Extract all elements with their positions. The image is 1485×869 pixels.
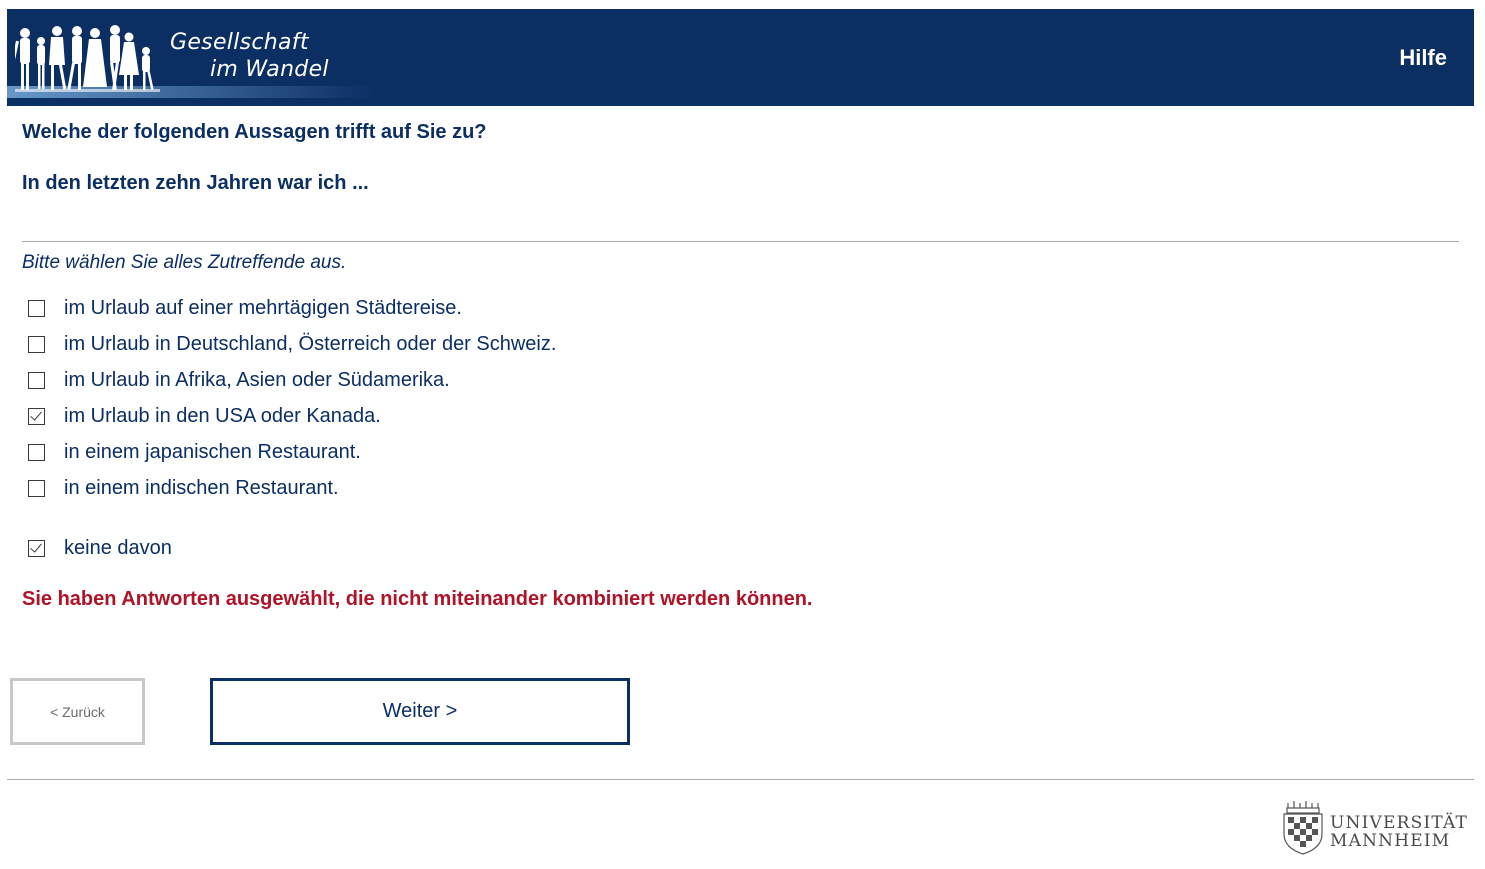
logo-text: Gesellschaft im Wandel xyxy=(170,29,329,83)
question-divider xyxy=(22,241,1459,242)
question-subtitle: In den letzten zehn Jahren war ich ... xyxy=(22,172,369,194)
help-link[interactable]: Hilfe xyxy=(1399,45,1447,71)
header-banner: Gesellschaft im Wandel Hilfe xyxy=(7,9,1474,106)
option-checkbox[interactable] xyxy=(28,335,45,353)
option-checkbox[interactable] xyxy=(28,299,45,317)
option-checkbox[interactable] xyxy=(28,407,45,425)
option-row[interactable]: im Urlaub auf einer mehrtägigen Städtere… xyxy=(28,290,556,326)
footer-divider xyxy=(7,779,1474,780)
back-button[interactable]: < Zurück xyxy=(10,678,145,745)
option-checkbox[interactable] xyxy=(28,479,45,497)
option-row-none[interactable]: keine davon xyxy=(28,530,556,566)
option-row[interactable]: im Urlaub in Deutschland, Österreich ode… xyxy=(28,326,556,362)
logo-text-line2: im Wandel xyxy=(210,57,329,82)
answer-options-list: im Urlaub auf einer mehrtägigen Städtere… xyxy=(28,290,556,566)
next-button[interactable]: Weiter > xyxy=(210,678,630,745)
gesellschaft-im-wandel-logo: Gesellschaft im Wandel xyxy=(7,9,387,106)
people-silhouettes-icon xyxy=(15,25,160,92)
university-mannheim-logo: UNIVERSITÄT MANNHEIM xyxy=(1278,800,1478,858)
option-row[interactable]: in einem indischen Restaurant. xyxy=(28,470,556,506)
university-name-line2: MANNHEIM xyxy=(1330,831,1451,851)
option-checkbox[interactable] xyxy=(28,371,45,389)
logo-text-line1: Gesellschaft xyxy=(170,30,309,55)
option-label: in einem indischen Restaurant. xyxy=(64,476,339,499)
option-row[interactable]: im Urlaub in Afrika, Asien oder Südameri… xyxy=(28,362,556,398)
option-row[interactable]: im Urlaub in den USA oder Kanada. xyxy=(28,398,556,434)
option-row[interactable]: in einem japanischen Restaurant. xyxy=(28,434,556,470)
option-checkbox[interactable] xyxy=(28,443,45,461)
error-message: Sie haben Antworten ausgewählt, die nich… xyxy=(22,588,813,610)
university-seal-icon xyxy=(1283,801,1323,855)
option-label: im Urlaub auf einer mehrtägigen Städtere… xyxy=(64,296,462,319)
option-label: im Urlaub in den USA oder Kanada. xyxy=(64,404,381,427)
option-checkbox-none[interactable] xyxy=(28,539,45,557)
survey-page: Gesellschaft im Wandel Hilfe Welche der … xyxy=(0,0,1485,869)
university-name-line1: UNIVERSITÄT xyxy=(1330,813,1469,833)
question-title: Welche der folgenden Aussagen trifft auf… xyxy=(22,121,487,143)
university-name: UNIVERSITÄT MANNHEIM xyxy=(1330,814,1468,850)
option-label: im Urlaub in Deutschland, Österreich ode… xyxy=(64,332,557,355)
option-label: in einem japanischen Restaurant. xyxy=(64,440,361,463)
option-label-none: keine davon xyxy=(64,536,172,559)
instruction-text: Bitte wählen Sie alles Zutreffende aus. xyxy=(22,252,347,273)
option-label: im Urlaub in Afrika, Asien oder Südameri… xyxy=(64,368,450,391)
